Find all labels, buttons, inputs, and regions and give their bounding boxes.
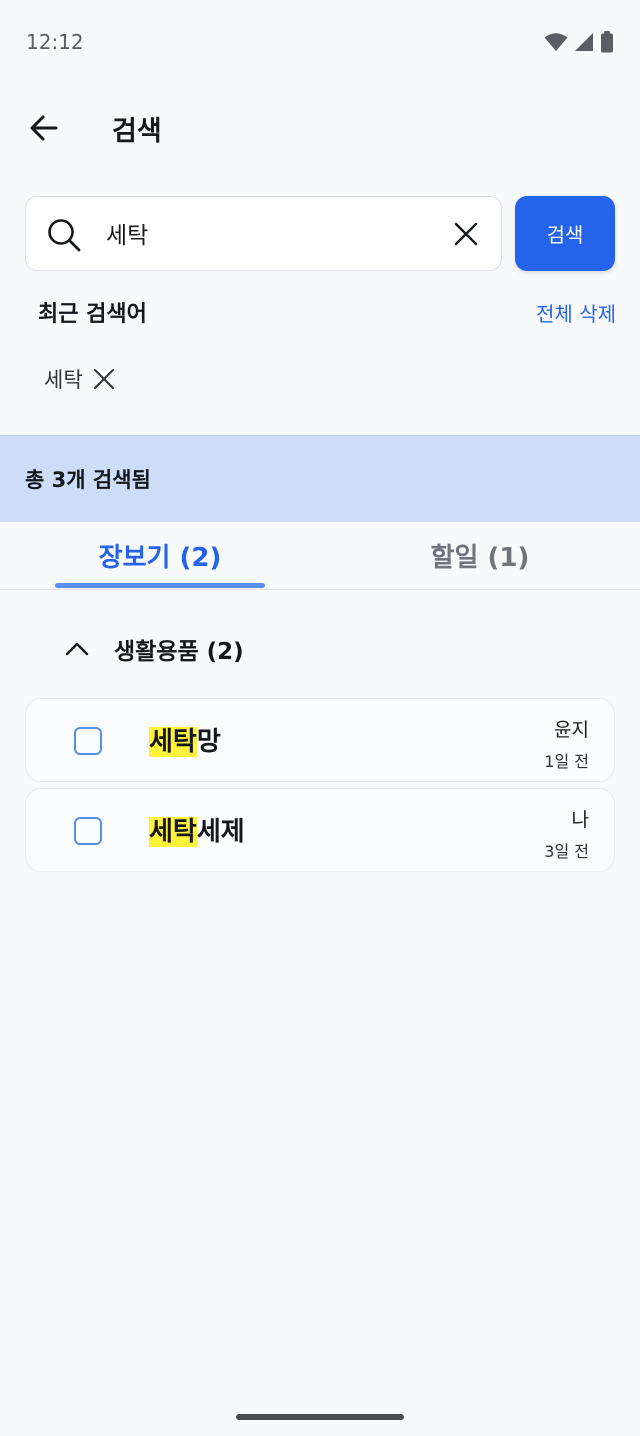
status-bar: 12:12 [0, 0, 640, 84]
item-time: 1일 전 [544, 752, 589, 771]
search-box[interactable] [25, 196, 502, 271]
recent-search-chip[interactable]: 세탁 [44, 364, 115, 394]
result-count: 총 3개 검색됨 [25, 468, 151, 492]
item-meta: 윤지 1일 전 [544, 715, 589, 772]
item-name-rest: 세제 [196, 817, 245, 847]
search-button[interactable]: 검색 [515, 196, 615, 271]
item-name: 세탁망 [149, 721, 221, 758]
item-name-rest: 망 [196, 727, 221, 757]
item-meta: 나 3일 전 [544, 805, 589, 862]
item-owner: 윤지 [554, 719, 589, 741]
recent-search-chip-label[interactable]: 세탁 [44, 364, 83, 394]
status-time: 12:12 [26, 30, 84, 54]
list-item[interactable]: 세탁망 윤지 1일 전 [25, 698, 615, 782]
app-bar: 검색 [0, 84, 640, 172]
close-icon[interactable] [453, 221, 479, 247]
item-owner: 나 [571, 809, 589, 831]
clear-all-button[interactable]: 전체 삭제 [536, 298, 616, 327]
list-item[interactable]: 세탁세제 나 3일 전 [25, 788, 615, 872]
tab-shopping[interactable]: 장보기 (2) [55, 522, 265, 588]
arrow-left-icon [30, 115, 58, 141]
category-label: 생활용품 (2) [114, 639, 244, 665]
recent-searches-title: 최근 검색어 [38, 302, 147, 327]
category-header[interactable]: 생활용품 (2) [64, 632, 244, 666]
signal-icon [575, 33, 593, 51]
item-time: 3일 전 [544, 842, 589, 861]
home-indicator[interactable] [236, 1414, 404, 1420]
tab-indicator [55, 583, 265, 588]
search-icon [48, 219, 81, 252]
search-input[interactable] [106, 197, 436, 269]
battery-icon [601, 31, 613, 53]
chevron-up-icon[interactable] [64, 636, 90, 662]
close-icon[interactable] [93, 368, 115, 390]
item-checkbox[interactable] [74, 817, 102, 845]
tab-todo[interactable]: 할일 (1) [375, 522, 585, 588]
item-checkbox[interactable] [74, 727, 102, 755]
item-name: 세탁세제 [149, 811, 245, 848]
wifi-icon [544, 33, 568, 51]
search-highlight: 세탁 [149, 727, 197, 757]
result-summary-banner: 총 3개 검색됨 [0, 435, 640, 522]
search-row: 검색 [25, 196, 615, 271]
back-button[interactable] [14, 98, 74, 158]
result-tabs: 장보기 (2) 할일 (1) [0, 522, 640, 590]
search-highlight: 세탁 [149, 817, 197, 847]
status-icons [544, 31, 614, 53]
page-title: 검색 [112, 115, 162, 147]
recent-searches-header: 최근 검색어 전체 삭제 [38, 296, 616, 328]
